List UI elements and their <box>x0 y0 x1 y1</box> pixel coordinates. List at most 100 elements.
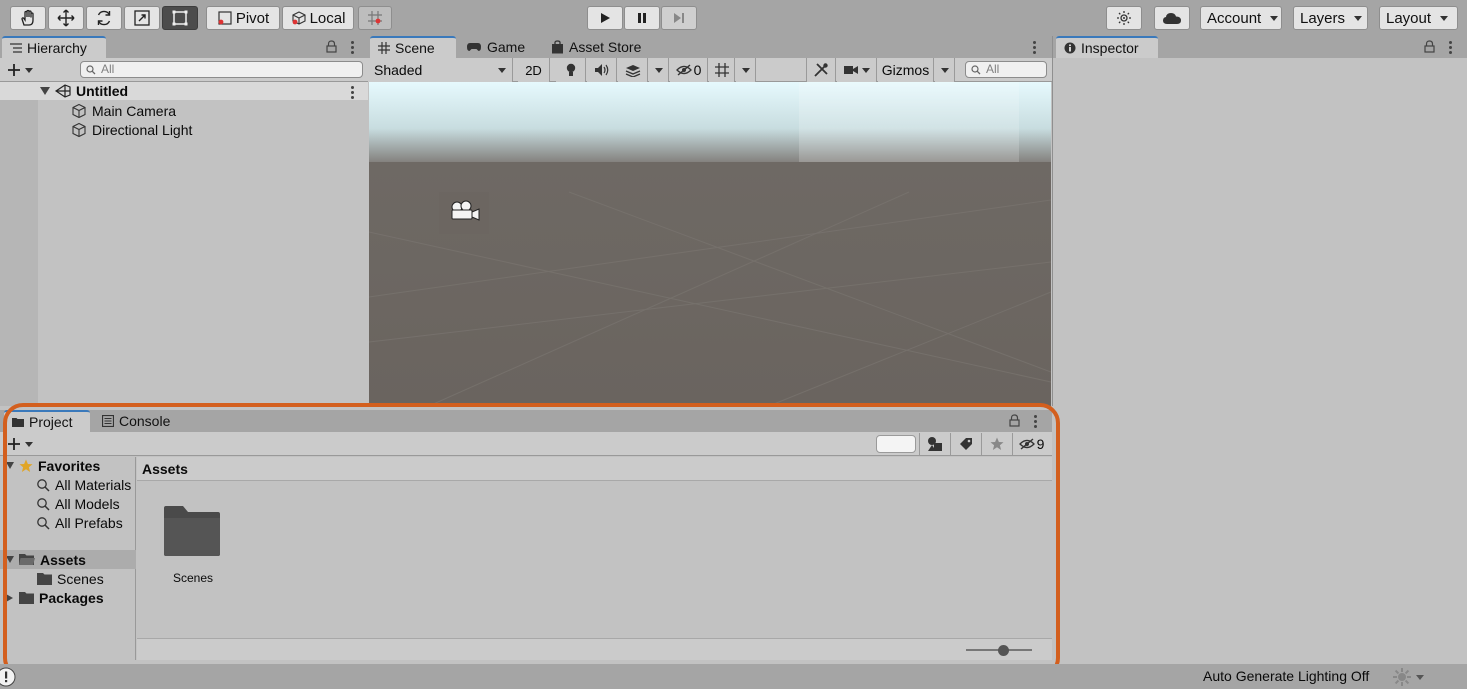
icon-size-slider-thumb[interactable] <box>998 645 1009 656</box>
lock-icon[interactable] <box>326 40 337 53</box>
lighting-toggle-button[interactable] <box>556 58 586 82</box>
filter-by-label-button[interactable] <box>950 433 980 455</box>
hand-icon <box>21 9 34 26</box>
inspector-content <box>1053 58 1467 664</box>
lightbulb-icon <box>566 63 575 76</box>
console-alert-icon[interactable] <box>0 667 16 687</box>
play-button[interactable] <box>587 6 623 30</box>
grid-dropdown[interactable] <box>736 58 756 82</box>
video-camera-icon <box>844 66 858 74</box>
grid-toggle-button[interactable] <box>709 58 735 82</box>
lock-icon[interactable] <box>1009 414 1020 427</box>
effects-dropdown[interactable] <box>649 58 669 82</box>
cloud-button[interactable] <box>1154 6 1190 30</box>
tab-asset-store[interactable]: Asset Store <box>543 36 663 58</box>
audio-toggle-button[interactable] <box>587 58 617 82</box>
lighting-settings-button[interactable] <box>1392 667 1424 687</box>
inspector-menu-icon[interactable] <box>1449 41 1452 56</box>
assets-folder-item[interactable]: Assets <box>6 550 86 569</box>
favorites-item[interactable]: Favorites <box>6 456 100 475</box>
expand-triangle-icon[interactable] <box>6 461 14 470</box>
filter-by-type-button[interactable] <box>919 433 949 455</box>
tab-project[interactable]: Project <box>4 410 90 432</box>
scene-tools-button[interactable] <box>806 58 836 82</box>
scene-panel-menu-icon[interactable] <box>1033 41 1036 56</box>
cube-icon <box>72 103 86 118</box>
gizmos-toggle-button[interactable]: Gizmos <box>878 58 934 82</box>
rect-tool-button[interactable] <box>162 6 198 30</box>
local-cube-icon <box>292 11 306 25</box>
camera-settings-button[interactable] <box>837 58 877 82</box>
pause-button[interactable] <box>624 6 660 30</box>
favorite-all-prefabs[interactable]: All Prefabs <box>36 513 123 532</box>
tab-game[interactable]: Game <box>458 36 548 58</box>
breadcrumb[interactable]: Assets <box>142 461 188 477</box>
hierarchy-panel: Hierarchy All Untitled Main Camera Direc… <box>0 36 368 406</box>
console-icon <box>102 415 114 427</box>
hierarchy-menu-icon[interactable] <box>351 41 354 56</box>
scene-search-input[interactable]: All <box>965 61 1047 78</box>
hand-tool-button[interactable] <box>10 6 46 30</box>
scene-root-item[interactable]: Untitled <box>40 81 128 100</box>
tab-console[interactable]: Console <box>94 410 190 432</box>
collapsed-triangle-icon[interactable] <box>6 593 14 602</box>
hidden-count: 0 <box>693 62 702 78</box>
account-label: Account <box>1207 9 1262 27</box>
shading-mode-label: Shaded <box>374 62 423 78</box>
gizmos-dropdown[interactable] <box>935 58 955 82</box>
tab-inspector[interactable]: Inspector <box>1056 36 1158 58</box>
scene-viewport[interactable] <box>369 82 1051 406</box>
lock-icon[interactable] <box>1424 40 1435 53</box>
favorite-all-models[interactable]: All Models <box>36 494 120 513</box>
pivot-toggle-button[interactable]: Pivot <box>206 6 280 30</box>
hidden-packages-toggle[interactable]: 9 <box>1012 433 1050 455</box>
favorite-label: All Prefabs <box>55 514 123 531</box>
2d-label: 2D <box>525 62 542 78</box>
hierarchy-item-directional-light[interactable]: Directional Light <box>71 120 192 139</box>
account-dropdown[interactable]: Account <box>1200 6 1282 30</box>
grid-icon <box>714 63 729 77</box>
project-create-dropdown[interactable] <box>7 435 39 453</box>
project-menu-icon[interactable] <box>1034 415 1037 430</box>
pivot-label: Pivot <box>235 9 270 27</box>
shading-mode-dropdown[interactable]: Shaded <box>368 58 513 82</box>
project-search-input[interactable] <box>876 435 916 453</box>
info-icon <box>1064 42 1076 54</box>
move-tool-button[interactable] <box>48 6 84 30</box>
folder-icon <box>19 591 34 604</box>
gamepad-icon <box>467 43 481 51</box>
scene-visibility-toggle[interactable]: 0 <box>670 58 708 82</box>
scale-tool-button[interactable] <box>124 6 160 30</box>
favorite-all-materials[interactable]: All Materials <box>36 475 136 494</box>
collab-button[interactable] <box>1106 6 1142 30</box>
tab-hierarchy[interactable]: Hierarchy <box>2 36 106 58</box>
chevron-down-icon <box>654 67 663 73</box>
eye-slash-icon <box>1018 438 1035 450</box>
tab-scene[interactable]: Scene <box>370 36 456 58</box>
scenes-folder-item[interactable]: Scenes <box>37 569 104 588</box>
local-toggle-button[interactable]: Local <box>282 6 354 30</box>
search-icon <box>37 497 50 511</box>
expand-triangle-icon[interactable] <box>40 86 50 95</box>
grid-snap-button[interactable] <box>358 6 392 30</box>
local-label: Local <box>309 9 346 27</box>
rotate-tool-button[interactable] <box>86 6 122 30</box>
effects-toggle-button[interactable] <box>618 58 648 82</box>
layout-dropdown[interactable]: Layout <box>1379 6 1458 30</box>
scene-search-placeholder: All <box>986 62 1000 76</box>
scene-menu-icon[interactable] <box>351 86 354 101</box>
hierarchy-search-input[interactable]: All <box>80 61 363 78</box>
packages-folder-item[interactable]: Packages <box>6 588 104 607</box>
layers-dropdown[interactable]: Layers <box>1293 6 1368 30</box>
favorite-toggle-button[interactable] <box>981 433 1011 455</box>
create-dropdown[interactable] <box>7 61 39 79</box>
step-button[interactable] <box>661 6 697 30</box>
hierarchy-item-main-camera[interactable]: Main Camera <box>71 101 176 120</box>
hierarchy-search-placeholder: All <box>101 62 115 76</box>
asset-folder-scenes[interactable]: Scenes <box>157 502 229 590</box>
expand-triangle-icon[interactable] <box>6 555 14 564</box>
hierarchy-toolbar: All <box>0 58 368 82</box>
2d-toggle-button[interactable]: 2D <box>518 58 550 82</box>
shapes-filter-icon <box>927 437 942 451</box>
camera-gizmo-icon[interactable] <box>449 200 481 222</box>
